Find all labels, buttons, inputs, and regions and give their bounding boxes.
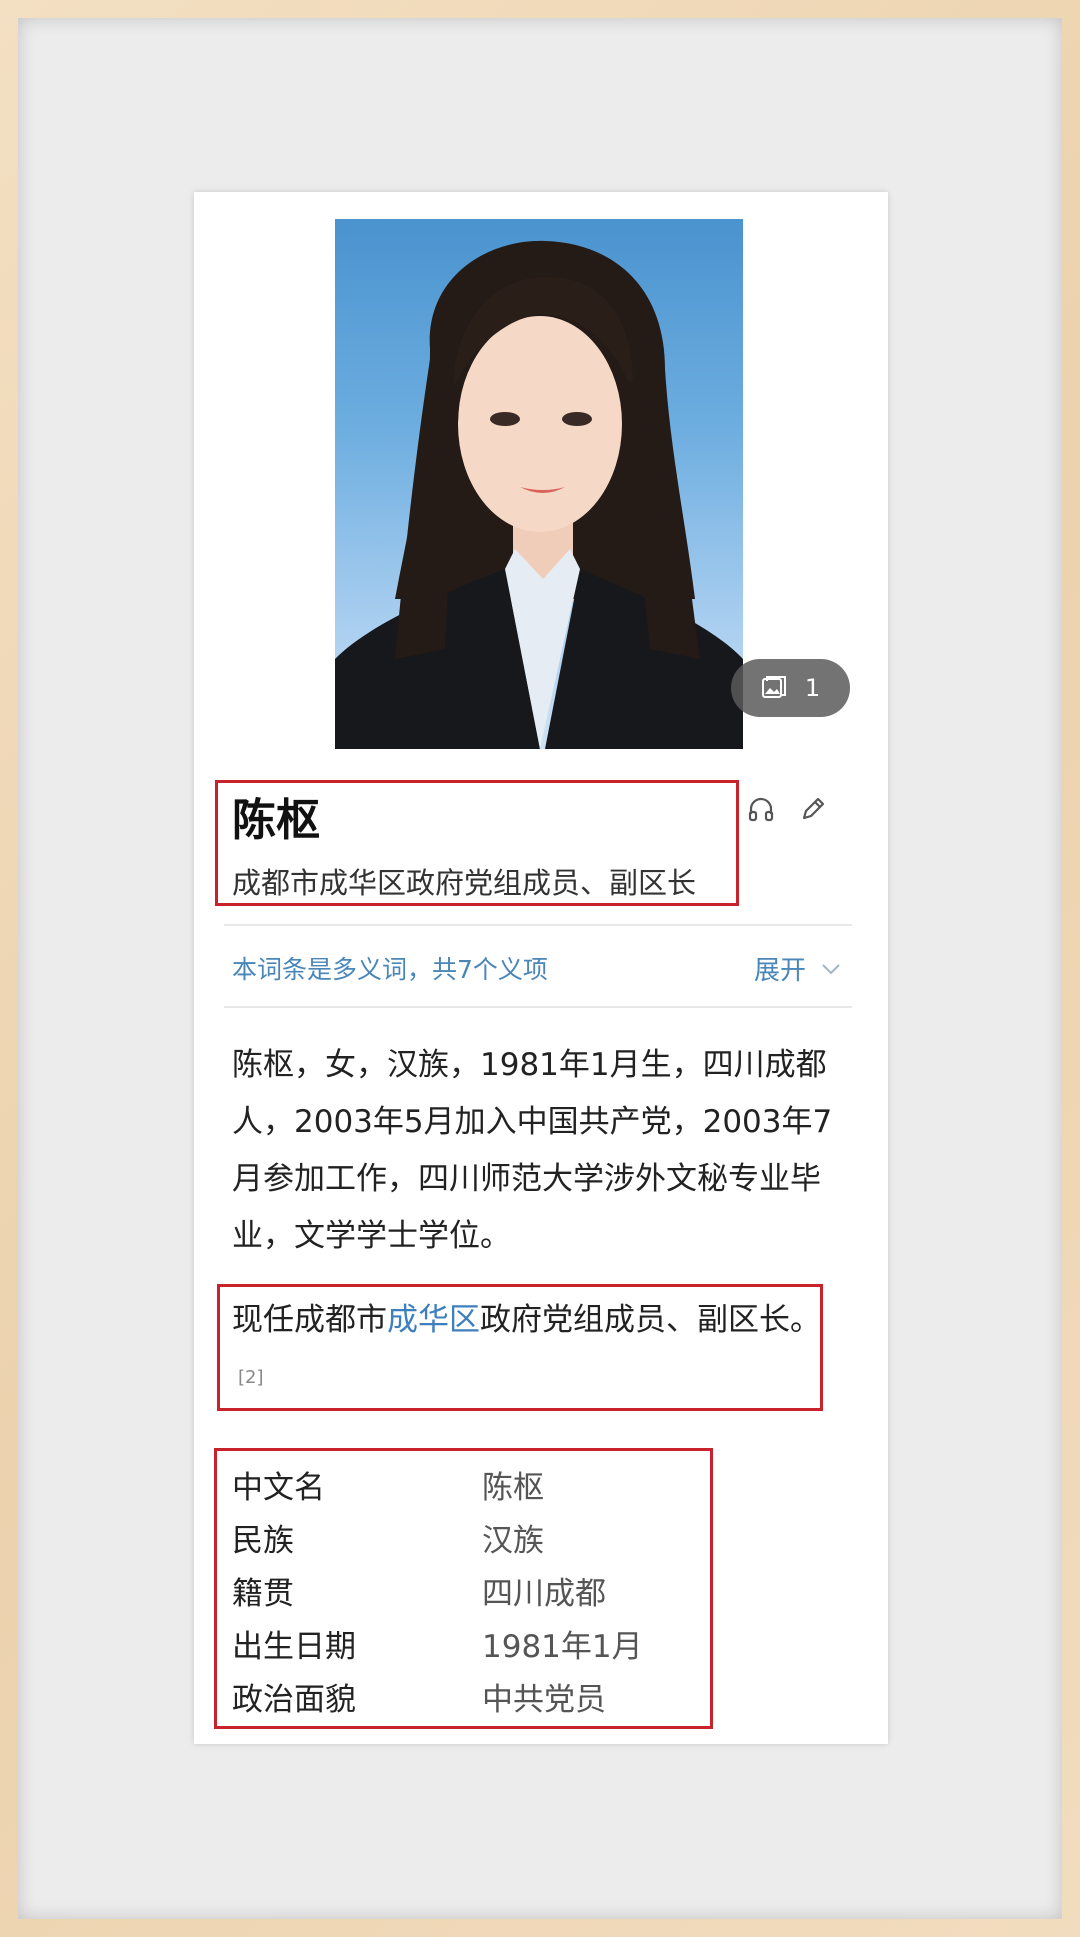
infobox-key: 中文名 <box>232 1470 325 1506</box>
infobox-value: 中共党员 <box>482 1682 606 1718</box>
infobox-value: 四川成都 <box>482 1576 606 1612</box>
polysemy-notice[interactable]: 本词条是多义词，共7个义项 <box>232 950 548 986</box>
divider <box>224 924 852 926</box>
expand-button[interactable]: 展开 <box>754 950 842 987</box>
infobox-row: 中文名 陈枢 <box>232 1458 692 1511</box>
infobox: 中文名 陈枢 民族 汉族 籍贯 四川成都 出生日期 1981年1月 政治面貌 中… <box>232 1458 692 1723</box>
infobox-key: 政治面貌 <box>232 1682 356 1718</box>
headphones-icon[interactable] <box>746 794 776 824</box>
photo-album-button[interactable]: 1 <box>731 659 850 717</box>
infobox-value: 汉族 <box>482 1523 544 1559</box>
expand-label: 展开 <box>754 956 807 986</box>
encyclopedia-card: 1 陈枢 成都市成华区政府党组成员、副区长 本词条是多义词，共7个义项 展开 陈… <box>194 192 888 1744</box>
portrait-illustration <box>335 240 743 749</box>
infobox-key: 民族 <box>232 1523 294 1559</box>
page-subtitle: 成都市成华区政府党组成员、副区长 <box>232 866 697 900</box>
infobox-value: 1981年1月 <box>482 1629 643 1665</box>
gallery-icon <box>761 676 786 698</box>
portrait-photo[interactable] <box>335 219 743 749</box>
photo-count-label: 1 <box>804 674 821 702</box>
chevron-down-icon <box>822 963 840 974</box>
current-prefix: 现任成都市 <box>232 1302 387 1338</box>
infobox-row: 民族 汉族 <box>232 1511 692 1564</box>
title-actions <box>746 794 828 824</box>
infobox-row: 政治面貌 中共党员 <box>232 1670 692 1723</box>
chenghua-district-link[interactable]: 成华区 <box>387 1302 480 1338</box>
current-suffix: 政府党组成员、副区长。 <box>480 1302 821 1338</box>
infobox-row: 籍贯 四川成都 <box>232 1564 692 1617</box>
reference-link[interactable]: [2] <box>238 1367 264 1388</box>
current-position-paragraph: 现任成都市成华区政府党组成员、副区长。 [2] <box>232 1292 832 1413</box>
page-title: 陈枢 <box>232 795 320 846</box>
summary-paragraph: 陈枢，女，汉族，1981年1月生，四川成都人，2003年5月加入中国共产党，20… <box>232 1047 833 1254</box>
edit-pencil-icon[interactable] <box>798 794 828 824</box>
infobox-key: 籍贯 <box>232 1576 294 1612</box>
infobox-row: 出生日期 1981年1月 <box>232 1617 692 1670</box>
divider <box>224 1006 852 1008</box>
infobox-value: 陈枢 <box>482 1470 544 1506</box>
infobox-key: 出生日期 <box>232 1629 356 1665</box>
